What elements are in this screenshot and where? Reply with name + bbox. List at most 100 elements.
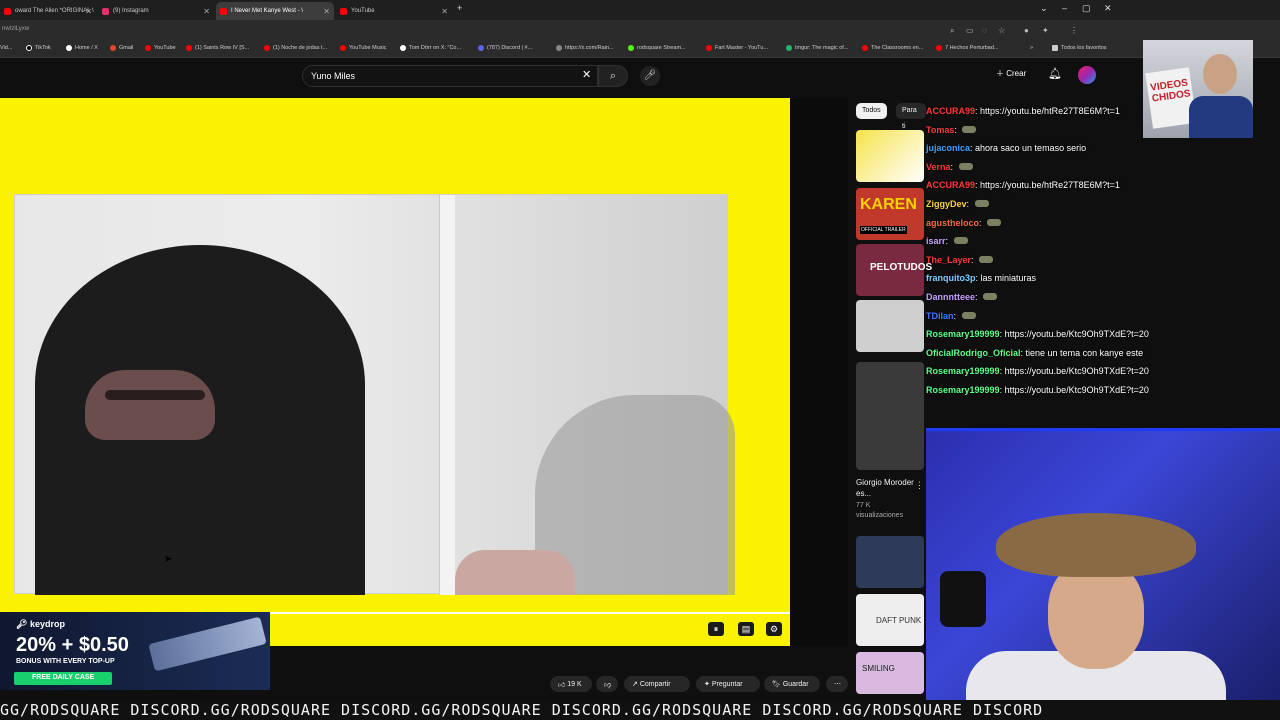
browser-tab[interactable]: oward The Alien *ORIGINAL \ ✕ bbox=[0, 2, 96, 20]
globe-icon bbox=[556, 45, 562, 51]
bookmark[interactable]: YouTube Music bbox=[340, 45, 387, 51]
video-player[interactable]: ➤ ⏸ ▤ ⚙ ▭ ⛶ bbox=[0, 98, 834, 646]
close-icon[interactable]: ✕ bbox=[441, 7, 448, 16]
chat-message: Rosemary199999: https://youtu.be/Ktc9Oh9… bbox=[926, 329, 1149, 339]
pause-icon[interactable]: ⏸ bbox=[708, 622, 724, 636]
subtitles-icon[interactable]: ▤ bbox=[738, 622, 754, 636]
close-icon[interactable]: ✕ bbox=[203, 7, 210, 16]
bookmark[interactable]: Gmail bbox=[110, 45, 133, 51]
chat-text: : bbox=[954, 124, 960, 135]
save-button[interactable]: 🔖︎ Guardar bbox=[764, 676, 820, 692]
search-input[interactable]: Yuno Miles bbox=[302, 65, 598, 87]
ad-subline: BONUS WITH EVERY TOP-UP bbox=[16, 658, 115, 665]
maximize-button[interactable]: ▢ bbox=[1082, 3, 1091, 14]
bookmark[interactable]: YouTube bbox=[145, 45, 176, 51]
x-icon bbox=[400, 45, 406, 51]
all-bookmarks[interactable]: Todos los favoritos bbox=[1052, 45, 1107, 51]
bookmark[interactable]: (1) Noche de jodas t... bbox=[264, 45, 327, 51]
extension-icon[interactable]: ● bbox=[1024, 26, 1029, 35]
puzzle-icon[interactable]: ✦ bbox=[1042, 26, 1049, 35]
more-bookmarks-icon[interactable]: » bbox=[1030, 45, 1033, 51]
create-button[interactable]: ＋ Crear bbox=[996, 68, 1026, 79]
ticker-text: GG/RODSQUARE DISCORD.GG/RODSQUARE DISCOR… bbox=[0, 701, 1044, 719]
bookmark[interactable]: 7 Hechos Perturbad... bbox=[936, 45, 999, 51]
tab-label: YouTube bbox=[351, 8, 375, 14]
youtube-music-icon bbox=[340, 45, 346, 51]
bookmark[interactable]: Imgur: The magic of... bbox=[786, 45, 848, 51]
discord-ticker: GG/RODSQUARE DISCORD.GG/RODSQUARE DISCOR… bbox=[0, 700, 1280, 720]
star-icon[interactable]: ☆ bbox=[998, 26, 1005, 35]
url-text[interactable]: nwIzlLyxw bbox=[2, 26, 29, 32]
search-button[interactable]: ⌕ bbox=[598, 65, 628, 87]
side-video-more-icon[interactable]: ⋮ bbox=[915, 480, 924, 491]
close-icon[interactable]: ✕ bbox=[323, 7, 330, 16]
rifle-image bbox=[148, 616, 267, 672]
cast-icon[interactable]: ▭ bbox=[966, 26, 974, 35]
chat-text: : https://youtu.be/Ktc9Oh9TXdE?t=20 bbox=[999, 329, 1149, 340]
bookmark[interactable]: Fart Master - YouTu... bbox=[706, 45, 768, 51]
close-icon[interactable]: ✕ bbox=[85, 7, 92, 16]
bookmark[interactable]: rodsquare Stream... bbox=[628, 45, 686, 51]
bookmark[interactable]: https://x.com/Rain... bbox=[556, 45, 614, 51]
settings-gear-icon[interactable]: ⚙ bbox=[766, 622, 782, 636]
chat-message: jujaconica: ahora saco un temaso serio bbox=[926, 143, 1086, 153]
voice-search-button[interactable]: 🎤︎ bbox=[640, 66, 660, 86]
video-thumbnail[interactable] bbox=[856, 536, 924, 588]
chat-text: : las miniaturas bbox=[975, 273, 1037, 284]
browser-tab[interactable]: (9) Instagram ✕ bbox=[98, 2, 214, 20]
video-thumbnail[interactable]: SMILING bbox=[856, 652, 924, 694]
chat-username: Rosemary199999 bbox=[926, 329, 1000, 340]
bookmark[interactable]: TikTok bbox=[26, 45, 51, 51]
chat-username: agustheloco bbox=[926, 217, 980, 228]
chat-message: agustheloco: bbox=[926, 217, 1002, 228]
bookmark[interactable]: Vid... bbox=[0, 45, 12, 51]
youtube-icon bbox=[936, 45, 942, 51]
minimize-button[interactable]: – bbox=[1062, 3, 1067, 13]
more-actions-button[interactable]: ⋯ bbox=[826, 676, 848, 692]
video-thumbnail[interactable]: PELOTUDOS bbox=[856, 244, 932, 296]
clear-search-icon[interactable]: ✕ bbox=[582, 68, 591, 81]
ask-label: Preguntar bbox=[711, 680, 743, 688]
ad-headline: 20% + $0.50 bbox=[16, 634, 129, 656]
ask-button[interactable]: ✦ Preguntar bbox=[696, 676, 760, 692]
side-video-title[interactable]: Giorgio Moroder es... bbox=[856, 477, 916, 499]
video-thumbnail[interactable] bbox=[856, 362, 924, 470]
chip-todos[interactable]: Todos bbox=[856, 103, 887, 119]
chat-message: isarr: bbox=[926, 236, 968, 246]
window-close-button[interactable]: ✕ bbox=[1104, 3, 1112, 14]
chat-username: Tomas bbox=[926, 124, 955, 135]
new-tab-button[interactable]: + bbox=[457, 3, 462, 13]
like-button[interactable]: 👍︎ 19 K bbox=[550, 676, 592, 692]
notifications-bell-icon[interactable]: 🔔︎ bbox=[1048, 67, 1062, 80]
share-button[interactable]: ↗ Compartir bbox=[624, 676, 690, 692]
video-thumbnail[interactable]: DAFT PUNK bbox=[856, 594, 924, 646]
tab-search-icon[interactable]: ⌄ bbox=[1040, 3, 1048, 14]
browser-tab-active[interactable]: I Never Met Kanye West - \ ✕ bbox=[216, 2, 334, 20]
guest-webcam: VIDEOS CHIDOS bbox=[1143, 40, 1253, 138]
youtube-icon bbox=[706, 45, 712, 51]
avatar[interactable] bbox=[1078, 66, 1096, 84]
zoom-icon[interactable]: ⌕ bbox=[950, 26, 954, 36]
ad-cta-button[interactable]: FREE DAILY CASE bbox=[14, 672, 112, 685]
browser-tab[interactable]: YouTube ✕ bbox=[336, 2, 452, 20]
chat-username: Rosemary199999 bbox=[926, 366, 1000, 377]
bookmark[interactable]: (787) Discord | #... bbox=[478, 45, 532, 51]
bookmark[interactable]: (1) Saints Row IV [S... bbox=[186, 45, 249, 51]
video-thumbnail[interactable]: KAREN OFFICIAL TRAILER bbox=[856, 188, 924, 240]
chat-username: Dannntteee bbox=[926, 292, 976, 302]
bookmark[interactable]: The Classrooms en... bbox=[862, 45, 923, 51]
address-bar[interactable]: nwIzlLyxw ⌕ ▭ ◌ ☆ ● ✦ ⋮ bbox=[0, 20, 1280, 42]
dislike-button[interactable]: 👎︎ bbox=[596, 676, 618, 692]
side-video-meta: 77 K visualizaciones bbox=[856, 501, 916, 521]
thumbnail-text: SMILING bbox=[862, 664, 895, 673]
video-thumbnail[interactable] bbox=[856, 300, 924, 352]
menu-icon[interactable]: ⋮ bbox=[1070, 26, 1078, 35]
keydrop-ad-banner[interactable]: 🔑︎ keydrop 20% + $0.50 BONUS WITH EVERY … bbox=[0, 612, 270, 690]
chat-message: franquito3p: las miniaturas bbox=[926, 273, 1036, 283]
search-query[interactable]: Yuno Miles bbox=[311, 71, 355, 81]
bookmark[interactable]: Home / X bbox=[66, 45, 98, 51]
bookmark[interactable]: Tom Dörr on X: "Co... bbox=[400, 45, 461, 51]
video-thumbnail[interactable] bbox=[856, 130, 924, 182]
eye-off-icon[interactable]: ◌ bbox=[982, 26, 987, 35]
chat-username: Rosemary199999 bbox=[926, 385, 1000, 395]
